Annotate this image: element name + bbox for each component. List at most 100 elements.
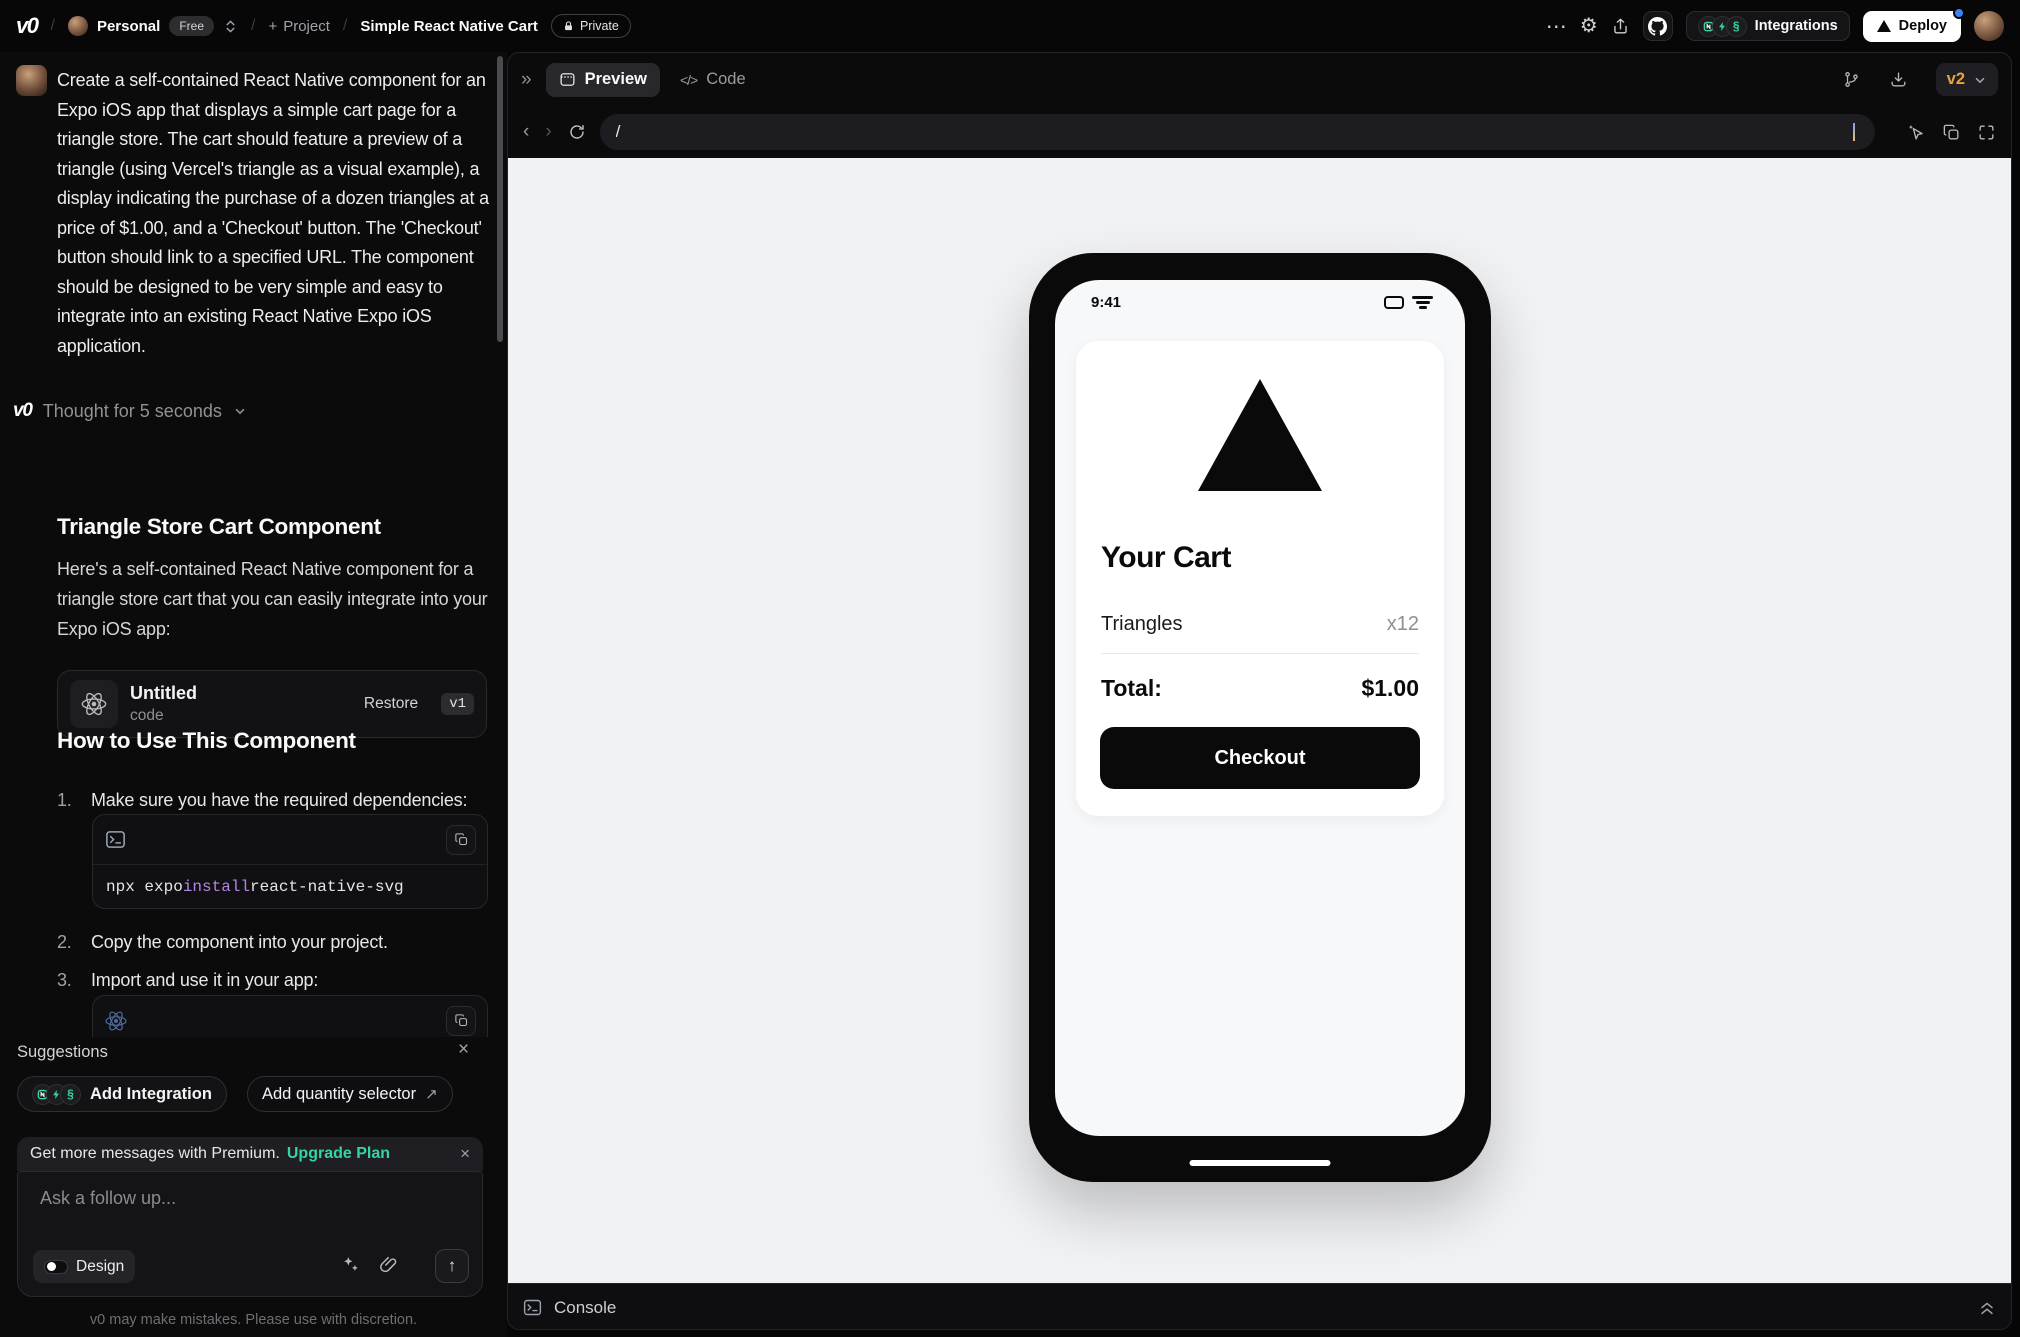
- checkout-button[interactable]: Checkout: [1100, 727, 1420, 789]
- v0-logo[interactable]: v0: [16, 13, 39, 39]
- tab-code[interactable]: </> Code: [670, 70, 756, 89]
- total-value: $1.00: [1361, 675, 1419, 701]
- upgrade-plan-link[interactable]: Upgrade Plan: [287, 1145, 390, 1163]
- integrations-button[interactable]: § Integrations: [1685, 11, 1850, 41]
- github-button[interactable]: [1642, 11, 1673, 41]
- total-label: Total:: [1101, 675, 1162, 701]
- chat-scrollbar[interactable]: [497, 56, 503, 342]
- followup-input[interactable]: [40, 1188, 440, 1238]
- chevron-up-down-icon: [226, 20, 235, 32]
- version-badge: v1: [441, 693, 474, 715]
- copy-icon: [454, 1014, 467, 1027]
- code-keyword: install: [182, 878, 251, 896]
- toggle-icon: [44, 1259, 68, 1274]
- breadcrumb-separator: /: [251, 17, 256, 34]
- github-icon: [1648, 16, 1668, 36]
- banner-close-icon[interactable]: ×: [460, 1144, 470, 1164]
- refresh-icon[interactable]: [568, 123, 586, 141]
- v0-app-window: v0 / Personal Free / + Project / Simple …: [0, 0, 2020, 1337]
- triangle-preview: [1198, 379, 1322, 491]
- window-icon: [560, 73, 575, 86]
- version-card-title: Untitled: [130, 683, 197, 703]
- code-text: npx expo: [106, 878, 183, 896]
- chevron-down-icon: [235, 408, 245, 415]
- cart-total-row: Total: $1.00: [1101, 675, 1419, 702]
- add-integration-button[interactable]: § Add Integration: [17, 1076, 227, 1112]
- tab-preview-label: Preview: [584, 70, 647, 88]
- suggestions-close-icon[interactable]: ×: [458, 1039, 469, 1061]
- sparkles-icon[interactable]: [340, 1254, 361, 1275]
- share-icon[interactable]: [1611, 17, 1630, 36]
- send-arrow-icon: ↑: [447, 1256, 457, 1275]
- code-block-header: [93, 815, 487, 865]
- tab-preview[interactable]: Preview: [545, 62, 660, 97]
- thought-label: Thought for 5 seconds: [42, 400, 222, 421]
- status-rect-icon: [1384, 296, 1404, 309]
- version-card-subtitle: code: [130, 707, 164, 724]
- design-label: Design: [76, 1257, 125, 1275]
- response-heading: Triangle Store Cart Component: [57, 514, 381, 539]
- thought-toggle[interactable]: v0 Thought for 5 seconds: [13, 400, 247, 422]
- item-quantity: x12: [1386, 613, 1419, 635]
- step-item: 2. Copy the component into your project.: [57, 932, 388, 953]
- cart-title: Your Cart: [1101, 541, 1231, 574]
- new-project-button[interactable]: + Project: [268, 18, 329, 35]
- preview-toolbar: » Preview </> Code v2: [508, 53, 2011, 106]
- design-mode-toggle[interactable]: Design: [33, 1250, 136, 1283]
- workspace-switcher[interactable]: Personal Free: [67, 16, 238, 36]
- more-menu-button[interactable]: ⋯: [1546, 16, 1567, 37]
- add-quantity-label: Add quantity selector: [262, 1084, 417, 1103]
- browser-bar: ‹ ›: [508, 106, 2011, 158]
- cart-card: Your Cart Triangles x12 Total: $1.00 Che…: [1076, 341, 1444, 816]
- divider: [1101, 653, 1419, 654]
- console-bar[interactable]: Console: [508, 1283, 2011, 1329]
- send-button[interactable]: ↑: [435, 1249, 469, 1283]
- integrations-label: Integrations: [1754, 18, 1838, 34]
- step-number: 3.: [57, 970, 72, 990]
- git-branch-icon[interactable]: [1842, 70, 1861, 89]
- download-icon[interactable]: [1889, 70, 1908, 89]
- terminal-icon: [106, 831, 125, 848]
- response-intro: Here's a self-contained React Native com…: [57, 559, 488, 639]
- step-number: 2.: [57, 932, 72, 952]
- attachment-paperclip-icon[interactable]: [378, 1254, 399, 1275]
- user-message: Create a self-contained React Native com…: [57, 70, 489, 356]
- settings-gear-button[interactable]: ⚙: [1580, 16, 1598, 36]
- restore-button[interactable]: Restore: [364, 695, 418, 713]
- copy-code-button[interactable]: [446, 1005, 476, 1036]
- url-input[interactable]: [615, 122, 1859, 142]
- phone-screen: 9:41 Your Cart Triangles x12 Total: $1.0…: [1055, 280, 1465, 1136]
- expand-sidebar-icon[interactable]: »: [521, 69, 532, 91]
- step-text: Make sure you have the required dependen…: [91, 790, 468, 810]
- nav-back-button[interactable]: ‹: [523, 121, 529, 143]
- spiral-integration-icon: §: [60, 1083, 81, 1105]
- url-bar[interactable]: [599, 114, 1875, 150]
- add-quantity-selector-button[interactable]: Add quantity selector ↗: [247, 1076, 453, 1112]
- user-avatar[interactable]: [1974, 11, 2004, 41]
- version-selector[interactable]: v2: [1935, 63, 1998, 96]
- premium-banner: Get more messages with Premium. Upgrade …: [17, 1137, 483, 1171]
- howto-heading: How to Use This Component: [57, 728, 356, 753]
- inspect-cursor-icon[interactable]: [1907, 123, 1926, 142]
- followup-composer: Design ↑: [17, 1171, 483, 1297]
- tab-code-label: Code: [706, 70, 746, 88]
- fullscreen-icon[interactable]: [1977, 123, 1996, 142]
- version-label: v2: [1946, 70, 1965, 88]
- deploy-button[interactable]: Deploy: [1862, 6, 1965, 42]
- message-author-avatar: [16, 65, 47, 96]
- duplicate-window-icon[interactable]: [1942, 123, 1961, 142]
- text-caret: [1853, 123, 1855, 141]
- nav-forward-button[interactable]: ›: [545, 121, 551, 143]
- status-signal-icon: [1412, 296, 1433, 309]
- copy-code-button[interactable]: [446, 824, 476, 855]
- iphone-mockup: 9:41 Your Cart Triangles x12 Total: $1.0…: [1029, 253, 1491, 1182]
- project-title[interactable]: Simple React Native Cart: [360, 18, 538, 35]
- privacy-badge[interactable]: Private: [550, 14, 631, 38]
- premium-banner-text: Get more messages with Premium.: [30, 1145, 280, 1162]
- double-chevron-up-icon[interactable]: [1977, 1298, 1997, 1318]
- preview-panel: » Preview </> Code v2 ‹ › / 9:41 Your Ca…: [507, 52, 2012, 1330]
- code-text: react-native-svg: [250, 878, 404, 896]
- spiral-glyph: §: [1732, 19, 1740, 33]
- step-text: Copy the component into your project.: [91, 932, 388, 952]
- checkout-label: Checkout: [1214, 746, 1306, 769]
